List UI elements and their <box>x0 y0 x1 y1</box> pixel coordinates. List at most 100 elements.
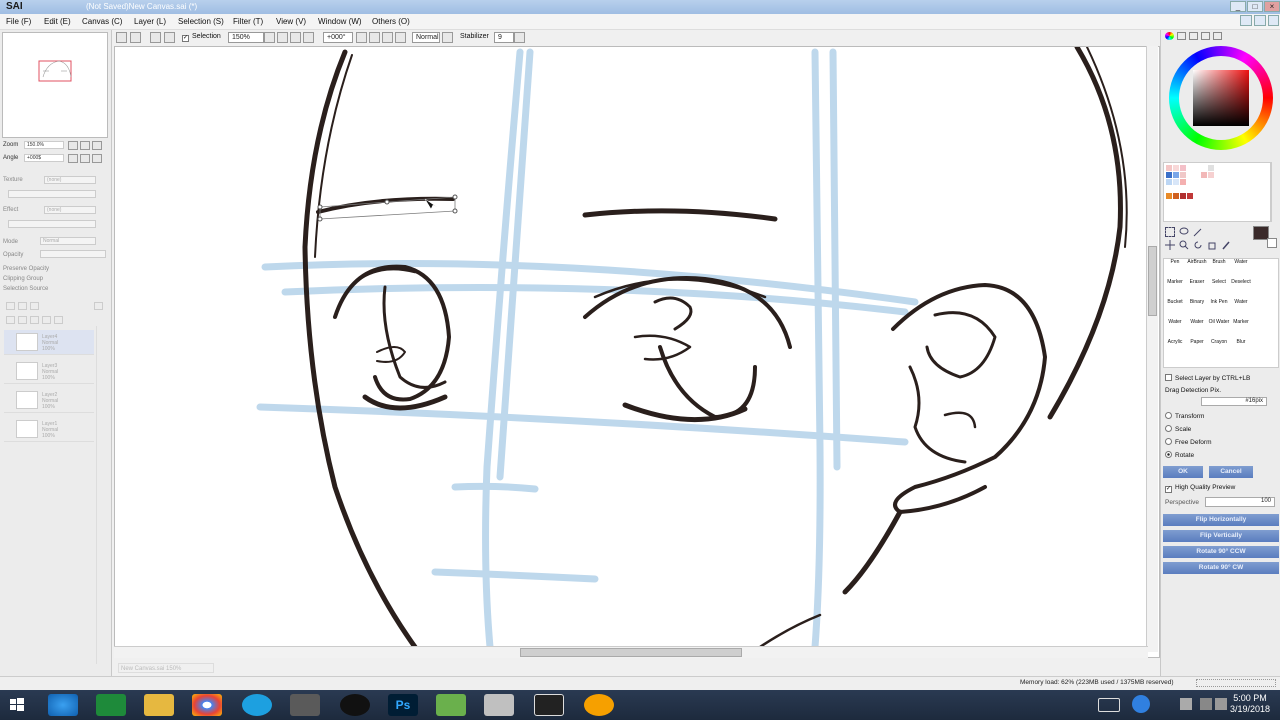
redo-button[interactable] <box>130 32 141 43</box>
scale-option[interactable]: Scale <box>1165 425 1191 433</box>
new-folder-button[interactable] <box>30 302 39 310</box>
menu-file[interactable]: File (F) <box>6 17 31 26</box>
rgb-slider-tab[interactable] <box>1177 32 1186 40</box>
flip-button[interactable] <box>395 32 406 43</box>
cancel-button[interactable]: Cancel <box>1209 466 1253 478</box>
app-icon[interactable] <box>534 694 564 716</box>
blend-mode-field[interactable]: Normal <box>412 32 440 43</box>
lasso-icon[interactable] <box>1179 227 1189 237</box>
explorer-icon[interactable] <box>144 694 174 716</box>
zoom-icon[interactable] <box>1179 240 1189 250</box>
color-wheel-tab[interactable] <box>1165 32 1174 40</box>
swatches-tab[interactable] <box>1201 32 1210 40</box>
move-icon[interactable] <box>1165 240 1175 250</box>
new-linework-layer-button[interactable] <box>18 302 27 310</box>
help-icon[interactable] <box>1132 695 1150 713</box>
transform-option[interactable]: Transform <box>1165 412 1204 420</box>
hq-preview-option[interactable]: ✓ High Quality Preview <box>1165 484 1235 493</box>
nav-zoom-in-button[interactable] <box>80 141 90 150</box>
effect-select[interactable]: (none) <box>44 206 96 214</box>
clear-layer-button[interactable] <box>30 316 39 324</box>
secondary-color-swatch[interactable] <box>1267 238 1277 248</box>
navigator-preview[interactable] <box>2 32 108 138</box>
hsv-slider-tab[interactable] <box>1189 32 1198 40</box>
stabilizer-field[interactable]: 9 <box>494 32 514 43</box>
hand-icon[interactable] <box>1207 240 1217 250</box>
rotate-cw-button[interactable]: Rotate 90° CW <box>1163 562 1279 574</box>
selection-toggle[interactable]: ✓ Selection <box>182 33 221 42</box>
scratchpad-tab[interactable] <box>1213 32 1222 40</box>
flip-vertically-button[interactable]: Flip Vertically <box>1163 530 1279 542</box>
zoom-field[interactable]: 150% <box>228 32 264 43</box>
brush-paper[interactable]: Paper <box>1186 339 1208 359</box>
hq-preview-checkbox[interactable]: ✓ <box>1165 486 1172 493</box>
opacity-slider[interactable] <box>40 250 106 258</box>
eyedropper-icon[interactable] <box>1221 240 1231 250</box>
brush-ink-pen[interactable]: Ink Pen <box>1208 299 1230 319</box>
select-layer-checkbox[interactable] <box>1165 374 1172 381</box>
texture-select[interactable]: (none) <box>44 176 96 184</box>
rect-select-icon[interactable] <box>1165 227 1175 237</box>
rotate-ccw-button[interactable] <box>356 32 367 43</box>
perspective-slider[interactable]: 100 <box>1205 497 1275 507</box>
merge-down-button[interactable] <box>18 316 27 324</box>
nav-rotate-cw-button[interactable] <box>80 154 90 163</box>
network-icon[interactable] <box>1200 698 1212 710</box>
undo-button[interactable] <box>116 32 127 43</box>
angle-field[interactable]: +000° <box>323 32 353 43</box>
new-layer-button[interactable] <box>6 302 15 310</box>
layer-list-scrollbar[interactable] <box>96 326 106 664</box>
flip-horizontally-button[interactable]: Flip Horizontally <box>1163 514 1279 526</box>
rotate-option[interactable]: Rotate <box>1165 451 1194 459</box>
free-deform-radio[interactable] <box>1165 438 1172 445</box>
start-button[interactable] <box>4 694 34 716</box>
menu-selection[interactable]: Selection (S) <box>178 17 224 26</box>
brush-eraser[interactable]: Eraser <box>1186 279 1208 299</box>
chrome-icon[interactable] <box>192 694 222 716</box>
selection-checkbox[interactable]: ✓ <box>182 35 189 42</box>
brush-binary[interactable]: Binary <box>1186 299 1208 319</box>
nav-rotate-ccw-button[interactable] <box>68 154 78 163</box>
vertical-scrollbar[interactable] <box>1146 46 1158 652</box>
menu-canvas[interactable]: Canvas (C) <box>82 17 122 26</box>
invert-selection-button[interactable] <box>164 32 175 43</box>
rotate-cw-button[interactable] <box>369 32 380 43</box>
zoom-out-button[interactable] <box>277 32 288 43</box>
swatch-palette[interactable] <box>1163 162 1271 222</box>
obs-icon[interactable] <box>340 694 370 716</box>
menu-layer[interactable]: Layer (L) <box>134 17 166 26</box>
layer-item[interactable]: Layer3 Normal 100% <box>4 359 94 384</box>
clipping-group-checkbox[interactable]: Clipping Group <box>3 276 43 282</box>
menu-view[interactable]: View (V) <box>276 17 306 26</box>
layer-item[interactable]: Layer1 Normal 100% <box>4 417 94 442</box>
drawing-canvas[interactable] <box>114 46 1160 658</box>
color-wheel[interactable] <box>1169 46 1273 150</box>
rotate-radio[interactable] <box>1165 451 1172 458</box>
zoom-in-button[interactable] <box>290 32 301 43</box>
system-clock[interactable]: 5:00 PM 3/19/2018 <box>1230 693 1270 715</box>
rotate-icon[interactable] <box>1193 240 1203 250</box>
brush-bucket[interactable]: Bucket <box>1164 299 1186 319</box>
canvas-tab[interactable]: New Canvas.sai 150% <box>118 663 214 673</box>
keyboard-icon[interactable] <box>1098 698 1120 712</box>
selection-source-checkbox[interactable]: Selection Source <box>3 286 48 292</box>
menu-others[interactable]: Others (O) <box>372 17 410 26</box>
brush-water-3[interactable]: Water <box>1164 319 1186 339</box>
horizontal-scroll-thumb[interactable] <box>520 648 742 657</box>
close-button[interactable]: × <box>1264 1 1280 12</box>
brush-select[interactable]: Select <box>1208 279 1230 299</box>
brush-water-4[interactable]: Water <box>1186 319 1208 339</box>
select-layer-option[interactable]: Select Layer by CTRL+LB <box>1165 374 1250 382</box>
texture-scale-slider[interactable] <box>8 190 96 198</box>
minimize-button[interactable]: _ <box>1230 1 1246 12</box>
blend-dropdown-button[interactable] <box>442 32 453 43</box>
zoom-dropdown-button[interactable] <box>264 32 275 43</box>
brush-deselect[interactable]: Deselect <box>1230 279 1252 299</box>
layer-item[interactable]: Layer2 Normal 100% <box>4 388 94 413</box>
volume-icon[interactable] <box>1215 698 1227 710</box>
audio-icon[interactable] <box>584 694 614 716</box>
magic-wand-icon[interactable] <box>1193 227 1203 237</box>
rotate-ccw-button[interactable]: Rotate 90° CCW <box>1163 546 1279 558</box>
trash-icon[interactable] <box>54 316 63 324</box>
nav-angle-field[interactable]: +000$ <box>24 154 64 162</box>
